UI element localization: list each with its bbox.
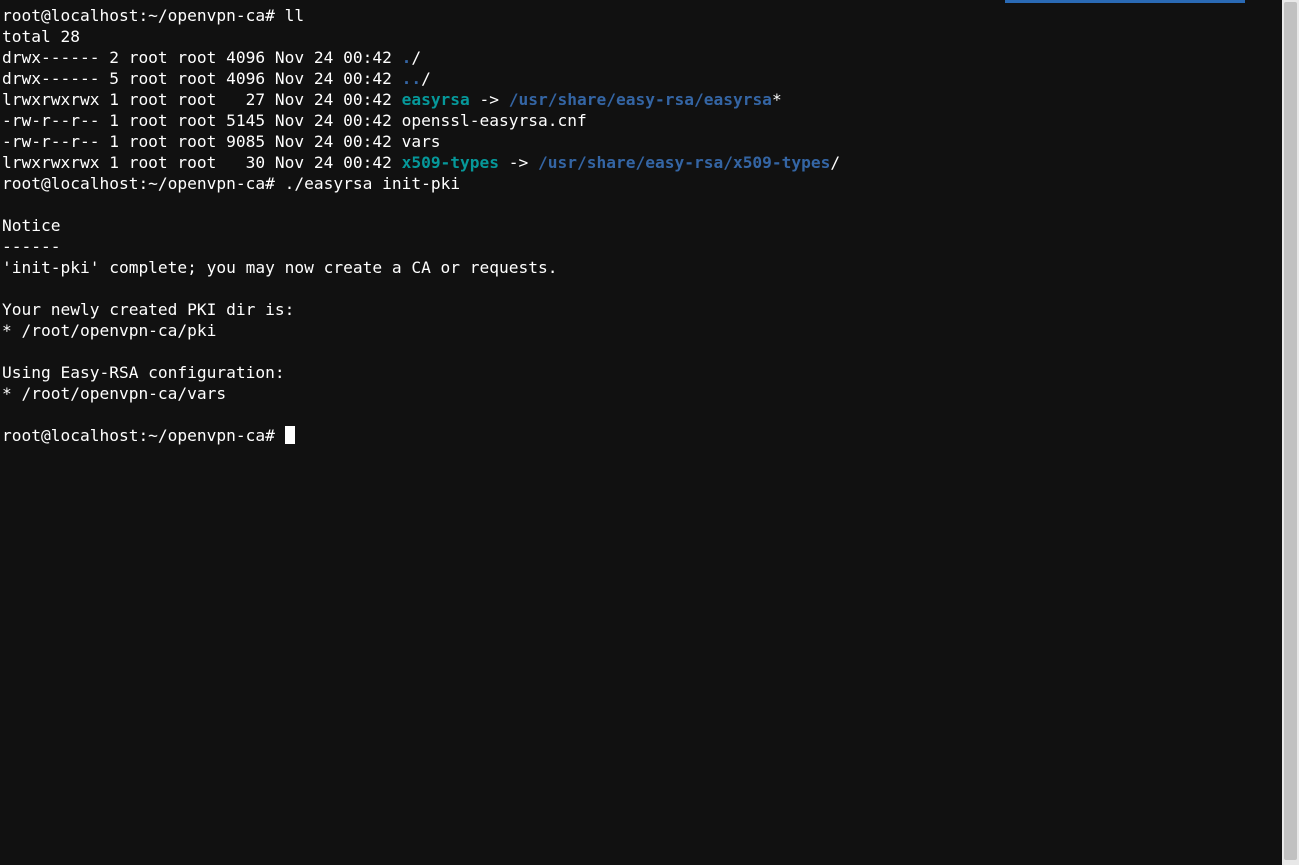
output-suffix: /: [411, 48, 421, 67]
cursor-icon: [285, 426, 295, 444]
output-line: -rw-r--r-- 1 root root 9085 Nov 24 00:42…: [2, 132, 441, 151]
symlink-name: easyrsa: [402, 90, 470, 109]
symlink-target: /usr/share/easy-rsa/easyrsa: [509, 90, 772, 109]
output-line: drwx------ 2 root root 4096 Nov 24 00:42: [2, 48, 402, 67]
scrollbar-thumb[interactable]: [1284, 2, 1297, 860]
output-line: total 28: [2, 27, 80, 46]
dir-name: ..: [402, 69, 422, 88]
output-suffix: /: [421, 69, 431, 88]
symlink-target: /usr/share/easy-rsa/x509-types: [538, 153, 830, 172]
output-arrow: ->: [499, 153, 538, 172]
output-line: * /root/openvpn-ca/vars: [2, 384, 226, 403]
output-line: ------: [2, 237, 60, 256]
title-bar-highlight: [1005, 0, 1245, 3]
output-line: * /root/openvpn-ca/pki: [2, 321, 216, 340]
terminal-output[interactable]: root@localhost:~/openvpn-ca# ll total 28…: [0, 0, 1282, 865]
shell-prompt: root@localhost:~/openvpn-ca#: [2, 6, 285, 25]
output-line: lrwxrwxrwx 1 root root 30 Nov 24 00:42: [2, 153, 402, 172]
output-arrow: ->: [470, 90, 509, 109]
output-line: Notice: [2, 216, 60, 235]
output-suffix: /: [830, 153, 840, 172]
output-line: 'init-pki' complete; you may now create …: [2, 258, 558, 277]
output-line: Using Easy-RSA configuration:: [2, 363, 285, 382]
output-line: lrwxrwxrwx 1 root root 27 Nov 24 00:42: [2, 90, 402, 109]
shell-prompt: root@localhost:~/openvpn-ca#: [2, 174, 285, 193]
command-text: ll: [285, 6, 305, 25]
symlink-name: x509-types: [402, 153, 499, 172]
output-suffix: *: [772, 90, 782, 109]
output-line: drwx------ 5 root root 4096 Nov 24 00:42: [2, 69, 402, 88]
output-line: Your newly created PKI dir is:: [2, 300, 294, 319]
vertical-scrollbar[interactable]: [1282, 0, 1299, 865]
command-text: ./easyrsa init-pki: [285, 174, 460, 193]
output-line: -rw-r--r-- 1 root root 5145 Nov 24 00:42…: [2, 111, 587, 130]
dir-name: .: [402, 48, 412, 67]
shell-prompt: root@localhost:~/openvpn-ca#: [2, 426, 285, 445]
